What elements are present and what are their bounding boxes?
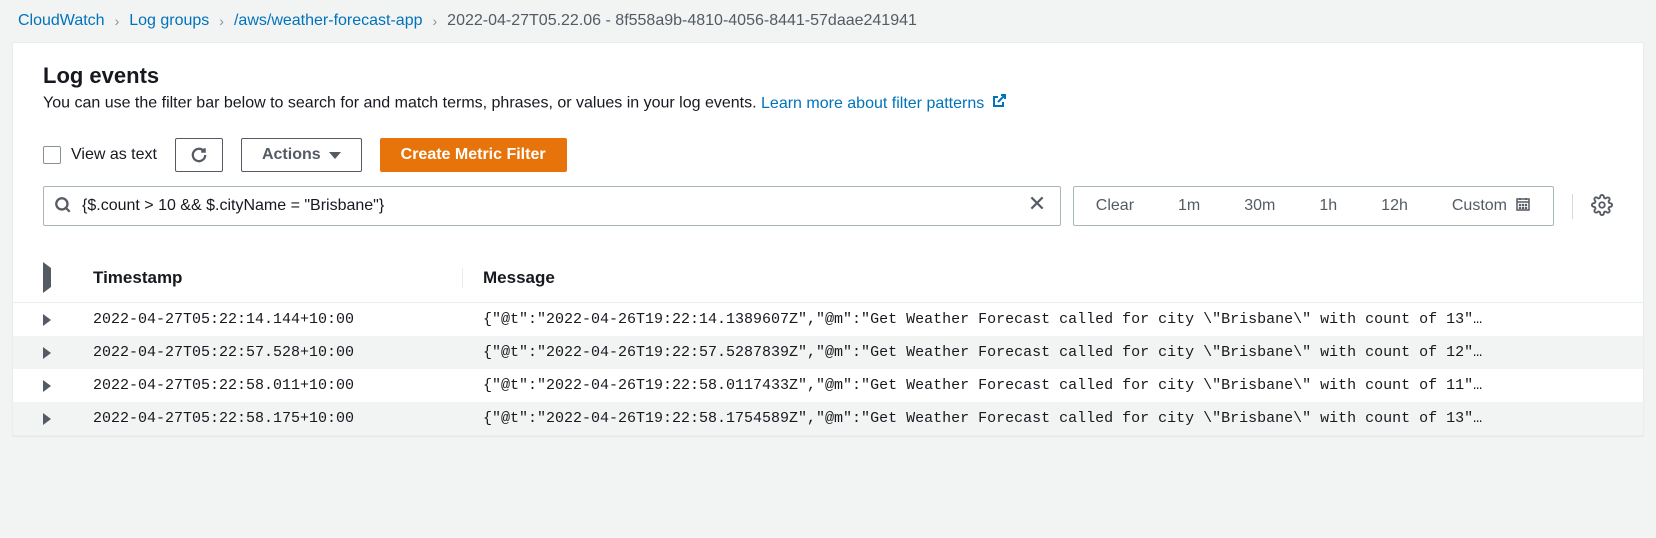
- expand-row-icon[interactable]: [43, 413, 51, 425]
- actions-button[interactable]: Actions: [241, 138, 362, 172]
- table-header: Timestamp Message: [13, 254, 1643, 303]
- refresh-button[interactable]: [175, 138, 223, 172]
- toolbar: View as text Actions Create Metric Filte…: [13, 124, 1643, 186]
- settings-icon[interactable]: [1591, 194, 1613, 219]
- row-timestamp: 2022-04-27T05:22:58.175+10:00: [93, 410, 463, 427]
- time-30m-button[interactable]: 30m: [1222, 187, 1297, 225]
- table-row[interactable]: 2022-04-27T05:22:58.175+10:00{"@t":"2022…: [13, 402, 1643, 435]
- time-custom-label: Custom: [1452, 197, 1507, 215]
- col-message-header[interactable]: Message: [463, 268, 1613, 288]
- expand-row-icon[interactable]: [43, 314, 51, 326]
- breadcrumb-cloudwatch[interactable]: CloudWatch: [18, 12, 105, 30]
- description-text: You can use the filter bar below to sear…: [43, 95, 761, 112]
- log-events-panel: Log events You can use the filter bar be…: [12, 42, 1644, 436]
- search-icon: [54, 196, 72, 217]
- row-message: {"@t":"2022-04-26T19:22:58.0117433Z","@m…: [463, 377, 1613, 394]
- time-custom-button[interactable]: Custom: [1430, 187, 1553, 225]
- actions-label: Actions: [262, 146, 321, 164]
- page-title: Log events: [43, 63, 1613, 89]
- breadcrumb: CloudWatch › Log groups › /aws/weather-f…: [0, 0, 1656, 42]
- expand-row-icon[interactable]: [43, 380, 51, 392]
- refresh-icon: [190, 146, 208, 164]
- col-timestamp-header[interactable]: Timestamp: [93, 268, 463, 288]
- row-message: {"@t":"2022-04-26T19:22:14.1389607Z","@m…: [463, 311, 1613, 328]
- learn-more-link[interactable]: Learn more about filter patterns: [761, 95, 1007, 112]
- view-as-text-label: View as text: [71, 146, 157, 164]
- row-timestamp: 2022-04-27T05:22:58.011+10:00: [93, 377, 463, 394]
- filter-input[interactable]: [82, 197, 1024, 215]
- row-timestamp: 2022-04-27T05:22:14.144+10:00: [93, 311, 463, 328]
- row-message: {"@t":"2022-04-26T19:22:57.5287839Z","@m…: [463, 344, 1613, 361]
- time-12h-button[interactable]: 12h: [1359, 187, 1430, 225]
- expand-row-icon[interactable]: [43, 347, 51, 359]
- chevron-right-icon: ›: [433, 13, 438, 29]
- view-as-text-checkbox[interactable]: [43, 146, 61, 164]
- table-row[interactable]: 2022-04-27T05:22:58.011+10:00{"@t":"2022…: [13, 369, 1643, 402]
- log-table: Timestamp Message 2022-04-27T05:22:14.14…: [13, 254, 1643, 435]
- filter-input-wrap[interactable]: [43, 186, 1061, 226]
- time-clear-button[interactable]: Clear: [1074, 187, 1156, 225]
- chevron-right-icon: ›: [219, 13, 224, 29]
- time-range-buttons: Clear 1m 30m 1h 12h Custom: [1073, 186, 1554, 226]
- create-metric-filter-button[interactable]: Create Metric Filter: [380, 138, 567, 172]
- filter-row: Clear 1m 30m 1h 12h Custom: [13, 186, 1643, 246]
- row-message: {"@t":"2022-04-26T19:22:58.1754589Z","@m…: [463, 410, 1613, 427]
- clear-input-icon[interactable]: [1024, 194, 1050, 218]
- breadcrumb-loggroups[interactable]: Log groups: [129, 12, 209, 30]
- time-1h-button[interactable]: 1h: [1297, 187, 1359, 225]
- calendar-icon: [1515, 196, 1531, 217]
- row-timestamp: 2022-04-27T05:22:57.528+10:00: [93, 344, 463, 361]
- chevron-right-icon: ›: [115, 13, 120, 29]
- caret-down-icon: [329, 152, 341, 159]
- table-row[interactable]: 2022-04-27T05:22:14.144+10:00{"@t":"2022…: [13, 303, 1643, 336]
- learn-more-text: Learn more about filter patterns: [761, 95, 984, 112]
- breadcrumb-stream[interactable]: /aws/weather-forecast-app: [234, 12, 423, 30]
- table-row[interactable]: 2022-04-27T05:22:57.528+10:00{"@t":"2022…: [13, 336, 1643, 369]
- external-link-icon: [991, 93, 1007, 114]
- page-description: You can use the filter bar below to sear…: [43, 93, 1613, 114]
- time-1m-button[interactable]: 1m: [1156, 187, 1222, 225]
- breadcrumb-current: 2022-04-27T05.22.06 - 8f558a9b-4810-4056…: [447, 12, 917, 30]
- expand-all-icon[interactable]: [43, 262, 51, 293]
